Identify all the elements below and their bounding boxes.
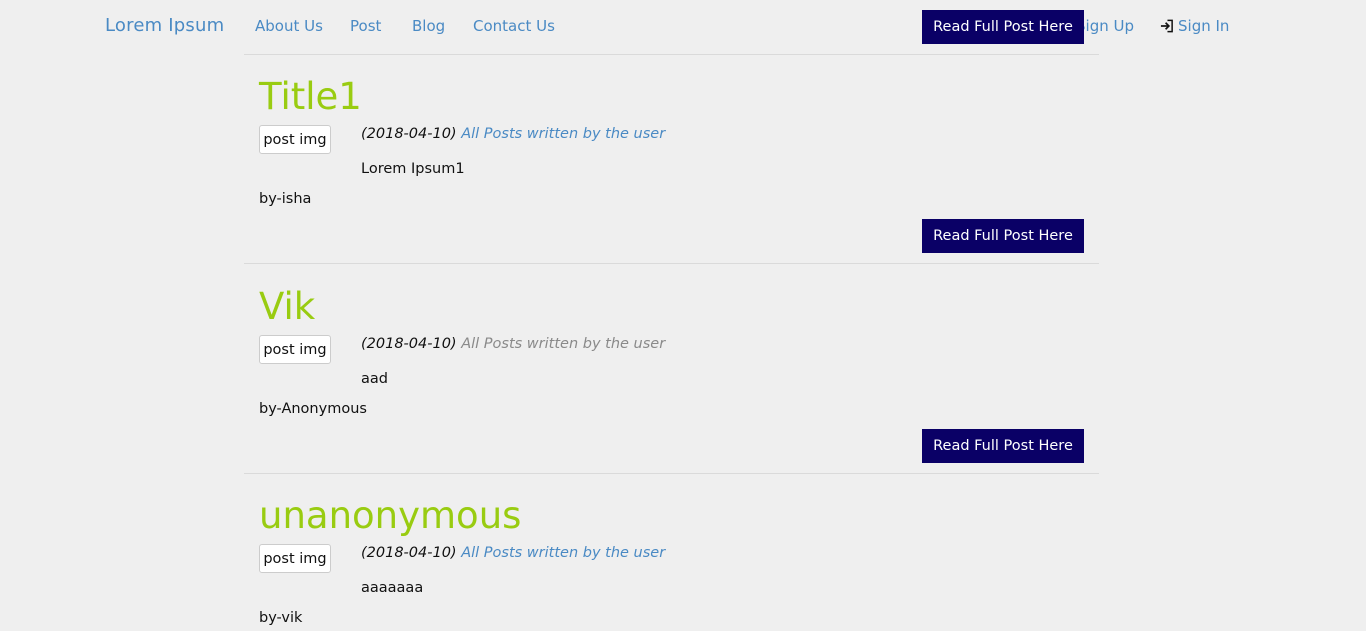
post-author: by-vik	[259, 610, 303, 626]
nav-post[interactable]: Post	[350, 17, 381, 35]
post-image: post img	[259, 544, 331, 573]
post-meta: (2018-04-10) All Posts written by the us…	[361, 126, 665, 142]
post-date: (2018-04-10)	[361, 545, 457, 561]
sign-in-label: Sign In	[1178, 17, 1230, 35]
post-excerpt: aaaaaaa	[361, 580, 424, 596]
post-title: Vik	[259, 285, 316, 328]
post-author: by-Anonymous	[259, 401, 367, 417]
sign-in-link[interactable]: Sign In	[1160, 17, 1229, 35]
nav-contact-us[interactable]: Contact Us	[473, 17, 555, 35]
post-title: unanonymous	[259, 494, 522, 537]
post-meta: (2018-04-10) All Posts written by the us…	[361, 545, 665, 561]
read-full-post-button[interactable]: Read Full Post Here	[922, 219, 1084, 253]
post-meta: (2018-04-10) All Posts written by the us…	[361, 336, 665, 352]
post-date: (2018-04-10)	[361, 336, 457, 352]
page: Lorem Ipsum About Us Post Blog Contact U…	[0, 0, 1366, 631]
post-image: post img	[259, 125, 331, 154]
brand-link[interactable]: Lorem Ipsum	[105, 15, 224, 36]
divider	[244, 473, 1099, 474]
nav-about-us[interactable]: About Us	[255, 17, 323, 35]
sign-up-label: Sign Up	[1076, 17, 1134, 35]
divider	[244, 54, 1099, 55]
user-posts-link[interactable]: All Posts written by the user	[461, 545, 665, 561]
post-date: (2018-04-10)	[361, 126, 457, 142]
read-full-post-button[interactable]: Read Full Post Here	[922, 429, 1084, 463]
post-image: post img	[259, 335, 331, 364]
nav-blog[interactable]: Blog	[412, 17, 445, 35]
post-title: Title1	[259, 75, 362, 118]
read-full-post-button-top[interactable]: Read Full Post Here	[922, 10, 1084, 44]
post-excerpt: aad	[361, 371, 388, 387]
divider	[244, 263, 1099, 264]
user-posts-link[interactable]: All Posts written by the user	[461, 126, 665, 142]
log-in-icon	[1160, 19, 1174, 33]
user-posts-link[interactable]: All Posts written by the user	[461, 336, 665, 352]
post-author: by-isha	[259, 191, 312, 207]
post-excerpt: Lorem Ipsum1	[361, 161, 465, 177]
